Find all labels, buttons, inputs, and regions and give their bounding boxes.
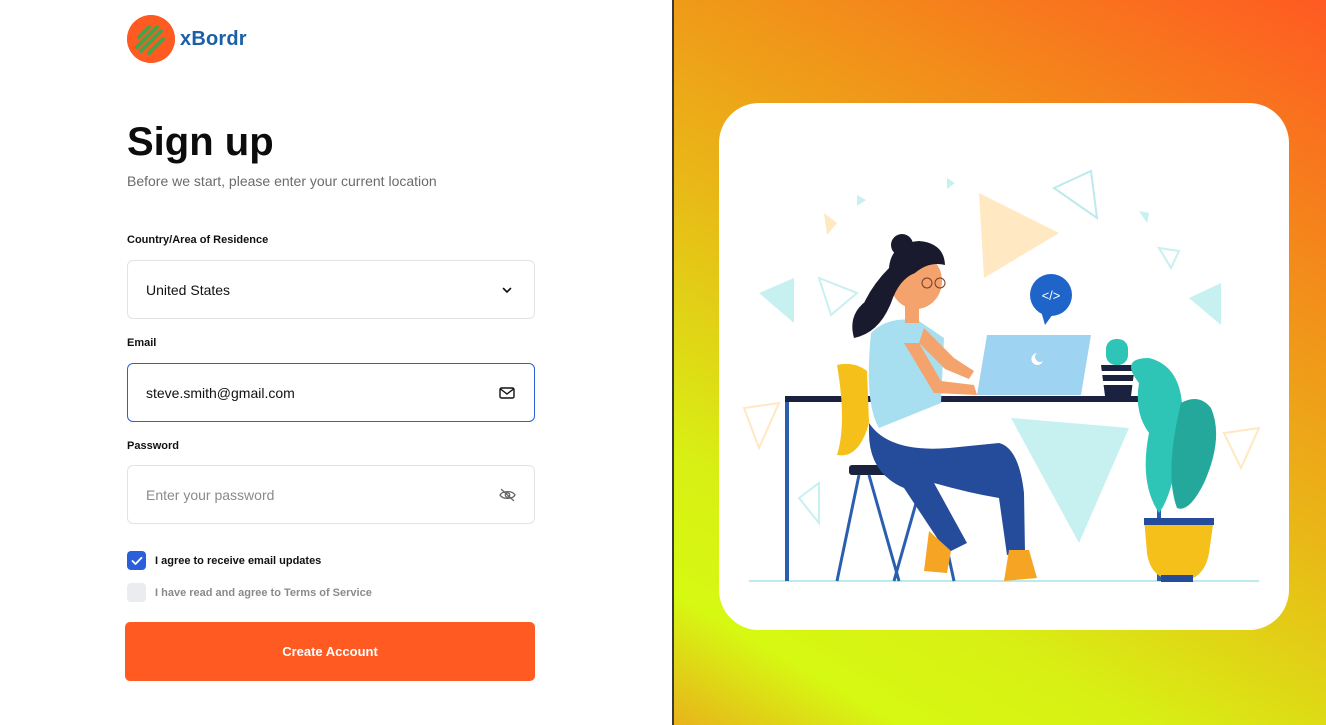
page-title: Sign up (127, 120, 274, 164)
password-field[interactable]: Enter your password (127, 465, 535, 524)
email-updates-checkbox[interactable] (127, 551, 146, 570)
password-label: Password (127, 440, 179, 452)
email-updates-label: I agree to receive email updates (155, 554, 322, 567)
email-field[interactable]: steve.smith@gmail.com (127, 363, 535, 422)
country-label: Country/Area of Residence (127, 234, 269, 246)
brand-logo[interactable]: xBordr (127, 15, 247, 63)
eye-off-icon[interactable] (498, 486, 516, 504)
email-value: steve.smith@gmail.com (146, 384, 295, 401)
illustration-panel: </> (674, 0, 1326, 725)
password-placeholder: Enter your password (146, 486, 275, 503)
code-bubble-text: </> (1042, 288, 1061, 303)
brand-name: xBordr (180, 27, 247, 50)
create-account-button[interactable]: Create Account (125, 622, 535, 681)
page-subtitle: Before we start, please enter your curre… (127, 173, 437, 189)
woman-coding-illustration: </> (742, 169, 1261, 582)
country-select[interactable]: United States (127, 260, 535, 319)
terms-checkbox[interactable] (127, 583, 146, 602)
signup-panel: xBordr Sign up Before we start, please e… (0, 0, 672, 725)
email-label: Email (127, 337, 157, 349)
illustration-card: </> (719, 103, 1289, 630)
terms-label: I have read and agree to Terms of Servic… (155, 586, 372, 599)
country-value: United States (146, 281, 231, 298)
chevron-down-icon (498, 281, 516, 299)
email-updates-checkbox-row[interactable]: I agree to receive email updates (127, 551, 321, 570)
terms-checkbox-row[interactable]: I have read and agree to Terms of Servic… (127, 583, 372, 602)
logo-mark-icon (127, 15, 175, 63)
mail-icon (498, 384, 516, 402)
